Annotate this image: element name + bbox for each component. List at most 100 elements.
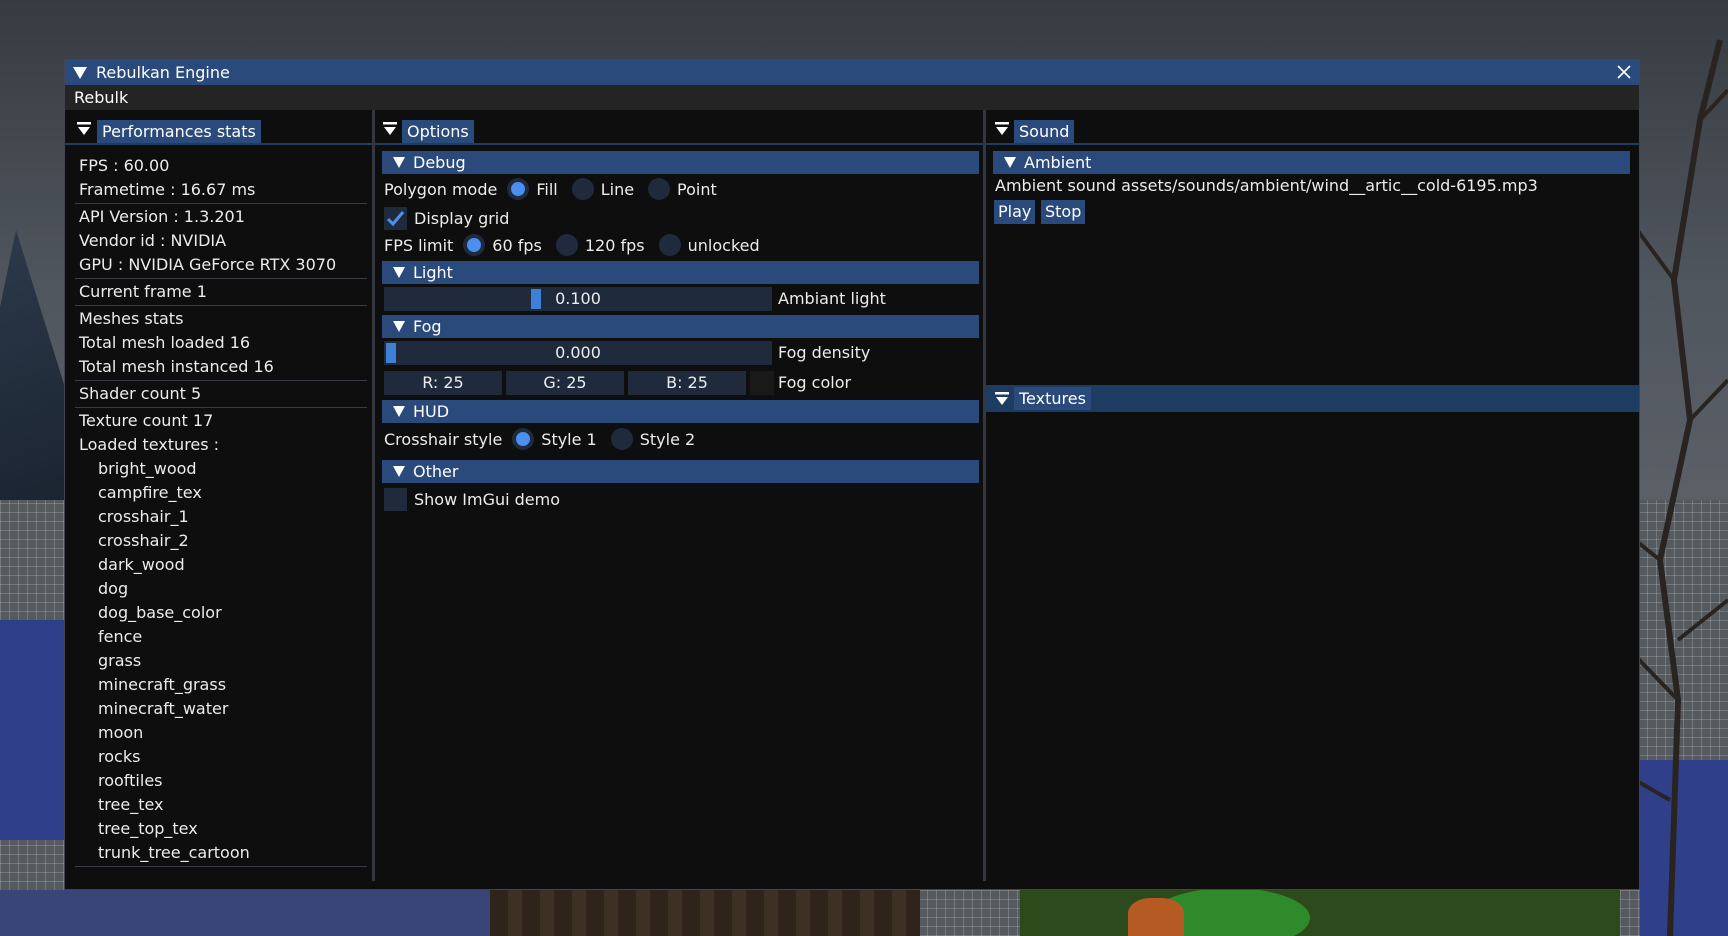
- ambient-header-label: Ambient: [1024, 153, 1092, 172]
- fog-density-label: Fog density: [778, 343, 871, 362]
- polygon-fill-label[interactable]: Fill: [536, 180, 557, 199]
- fog-header-label: Fog: [413, 317, 442, 336]
- collapse-arrow-icon: [393, 466, 405, 477]
- frametime-stat: Frametime : 16.67 ms: [79, 180, 256, 199]
- checkmark-icon: [386, 210, 405, 226]
- grass-patch: [1020, 888, 1620, 936]
- collapse-arrow-icon: [1004, 157, 1016, 168]
- fps-limit-row: FPS limit 60 fps 120 fps unlocked: [384, 232, 774, 258]
- perf-stats-list: FPS : 60.00 Frametime : 16.67 ms API Ver…: [75, 154, 367, 868]
- imgui-demo-checkbox[interactable]: [384, 487, 407, 511]
- light-header-label: Light: [413, 263, 453, 282]
- texture-list-item: bright_wood: [98, 459, 197, 478]
- mesh-instanced-stat: Total mesh instanced 16: [79, 357, 274, 376]
- engine-window[interactable]: Rebulkan Engine Rebulk Performances stat…: [64, 59, 1640, 890]
- hud-header[interactable]: HUD: [382, 400, 979, 423]
- style-2-label[interactable]: Style 2: [640, 430, 695, 449]
- crosshair-style-label: Crosshair style: [384, 429, 503, 449]
- other-header[interactable]: Other: [382, 460, 979, 483]
- play-button[interactable]: Play: [994, 200, 1036, 224]
- ambient-light-slider[interactable]: 0.100: [384, 287, 772, 311]
- fps-unlocked-label[interactable]: unlocked: [688, 236, 760, 255]
- tab-sound[interactable]: Sound: [1014, 120, 1075, 143]
- fps-limit-label: FPS limit: [384, 235, 454, 255]
- texture-list-item: dog_base_color: [98, 603, 222, 622]
- fps-120-label[interactable]: 120 fps: [585, 236, 645, 255]
- other-header-label: Other: [413, 462, 459, 481]
- light-header[interactable]: Light: [382, 261, 979, 284]
- polygon-line-label[interactable]: Line: [601, 180, 634, 199]
- window-title: Rebulkan Engine: [96, 63, 230, 82]
- texture-list-item: minecraft_grass: [98, 675, 227, 694]
- ambient-light-label: Ambiant light: [778, 289, 886, 308]
- polygon-point-radio[interactable]: [648, 178, 671, 200]
- style-1-label[interactable]: Style 1: [541, 430, 596, 449]
- fog-header[interactable]: Fog: [382, 315, 979, 338]
- loaded-textures-heading: Loaded textures :: [79, 435, 220, 454]
- fog-green-input[interactable]: G: 25: [506, 371, 624, 395]
- polygon-fill-radio[interactable]: [507, 178, 530, 200]
- collapse-arrow-icon: [393, 157, 405, 168]
- water-bottom: [0, 890, 520, 936]
- tab-options[interactable]: Options: [402, 120, 474, 143]
- gpu-stat: GPU : NVIDIA GeForce RTX 3070: [79, 255, 337, 274]
- collapse-arrow-icon: [393, 406, 405, 417]
- fog-density-slider[interactable]: 0.000: [384, 341, 772, 365]
- options-panel: Options Debug Polygon mode Fill Line Poi…: [375, 110, 983, 889]
- style-1-radio[interactable]: [512, 428, 535, 450]
- texture-list-item: fence: [98, 627, 143, 646]
- sound-panel: Sound Ambient Ambient sound assets/sound…: [986, 110, 1639, 889]
- tab-menu-icon[interactable]: [77, 122, 91, 136]
- polygon-line-radio[interactable]: [571, 178, 594, 200]
- fps-120-radio[interactable]: [555, 234, 578, 256]
- style-2-radio[interactable]: [610, 428, 633, 450]
- close-icon[interactable]: [1615, 63, 1633, 81]
- fog-color-label: Fog color: [778, 373, 852, 392]
- fps-60-label[interactable]: 60 fps: [492, 236, 542, 255]
- fog-color-swatch[interactable]: [750, 371, 774, 395]
- dog-model: [1128, 898, 1184, 936]
- stop-button[interactable]: Stop: [1041, 200, 1086, 224]
- fog-red-input[interactable]: R: 25: [384, 371, 502, 395]
- tab-performances-stats[interactable]: Performances stats: [97, 120, 261, 143]
- crosshair-style-row: Crosshair style Style 1 Style 2: [384, 426, 709, 452]
- collapse-arrow-icon[interactable]: [73, 66, 87, 79]
- imgui-demo-label[interactable]: Show ImGui demo: [414, 490, 560, 509]
- textures-tabbar: Textures: [986, 385, 1639, 412]
- ambient-sound-path: Ambient sound assets/sounds/ambient/wind…: [995, 176, 1538, 195]
- texture-list-item: dog: [98, 579, 129, 598]
- tab-menu-icon[interactable]: [383, 122, 397, 136]
- fog-density-value: 0.000: [555, 343, 601, 362]
- tab-menu-icon[interactable]: [995, 122, 1009, 136]
- perf-panel: Performances stats FPS : 60.00 Frametime…: [65, 110, 372, 889]
- imgui-demo-row: Show ImGui demo: [384, 486, 574, 512]
- polygon-point-label[interactable]: Point: [677, 180, 717, 199]
- polygon-mode-row: Polygon mode Fill Line Point: [384, 176, 731, 202]
- mesh-loaded-stat: Total mesh loaded 16: [79, 333, 251, 352]
- fps-stat: FPS : 60.00: [79, 156, 170, 175]
- water-left: [0, 620, 66, 840]
- tab-menu-icon[interactable]: [995, 392, 1009, 406]
- menu-rebulk[interactable]: Rebulk: [65, 88, 137, 107]
- display-grid-label[interactable]: Display grid: [414, 209, 509, 228]
- shader-count-stat: Shader count 5: [79, 384, 202, 403]
- tab-textures[interactable]: Textures: [1014, 387, 1091, 410]
- fps-60-radio[interactable]: [463, 234, 486, 256]
- vendor-stat: Vendor id : NVIDIA: [79, 231, 227, 250]
- meshes-stats-heading: Meshes stats: [79, 309, 184, 328]
- wooden-hut: [490, 888, 920, 936]
- ambient-light-value: 0.100: [555, 289, 601, 308]
- texture-list-item: grass: [98, 651, 142, 670]
- api-version-stat: API Version : 1.3.201: [79, 207, 245, 226]
- display-grid-checkbox[interactable]: [384, 206, 407, 230]
- fps-unlocked-radio[interactable]: [658, 234, 681, 256]
- fog-blue-input[interactable]: B: 25: [628, 371, 746, 395]
- debug-header-label: Debug: [413, 153, 466, 172]
- ambient-header[interactable]: Ambient: [993, 151, 1630, 174]
- texture-list-item: tree_tex: [98, 795, 164, 814]
- window-titlebar[interactable]: Rebulkan Engine: [65, 60, 1639, 85]
- texture-list-item: crosshair_2: [98, 531, 189, 550]
- texture-list-item: moon: [98, 723, 144, 742]
- collapse-arrow-icon: [393, 321, 405, 332]
- debug-header[interactable]: Debug: [382, 151, 979, 174]
